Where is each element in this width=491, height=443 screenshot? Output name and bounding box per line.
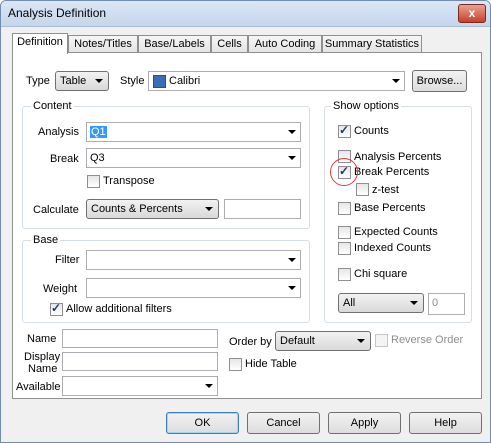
hide-table-checkbox[interactable] (229, 358, 242, 371)
browse-button[interactable]: Browse... (412, 70, 467, 92)
analysis-label: Analysis (38, 126, 79, 138)
reverse-order-label: Reverse Order (391, 334, 464, 346)
expected-counts-label: Expected Counts (354, 226, 438, 238)
chevron-down-icon (392, 79, 400, 83)
tab-cells[interactable]: Cells (211, 35, 248, 53)
type-select-value: Table (60, 75, 87, 87)
calculate-select-value: Counts & Percents (91, 203, 183, 215)
base-percents-label: Base Percents (354, 202, 426, 214)
tab-base-labels[interactable]: Base/Labels (138, 35, 211, 53)
highlight-circle (330, 158, 358, 186)
chevron-down-icon (288, 286, 296, 290)
hide-table-label: Hide Table (245, 358, 297, 370)
display-name-label-line1: Display (24, 351, 61, 363)
chevron-down-icon (205, 207, 213, 211)
base-group-title: Base (31, 234, 61, 246)
weight-select[interactable] (86, 278, 301, 298)
indexed-counts-label: Indexed Counts (354, 242, 432, 254)
available-select[interactable] (62, 376, 218, 396)
analysis-percents-label: Analysis Percents (354, 151, 442, 163)
type-select[interactable]: Table (55, 71, 109, 91)
content-group-title: Content (31, 100, 74, 112)
significance-select[interactable]: All (338, 293, 424, 313)
chevron-down-icon (288, 258, 296, 262)
style-label: Style (120, 75, 145, 87)
z-test-checkbox[interactable] (356, 183, 369, 196)
chevron-down-icon (357, 339, 365, 343)
allow-additional-filters-label: Allow additional filters (66, 303, 172, 315)
break-select-value: Q3 (90, 152, 105, 164)
significance-number-field[interactable]: 0 (428, 293, 465, 315)
chevron-down-icon (410, 301, 418, 305)
floppy-disk-icon (153, 75, 166, 88)
calculate-select[interactable]: Counts & Percents (86, 199, 219, 219)
tab-notes-titles[interactable]: Notes/Titles (68, 35, 138, 53)
analysis-select[interactable]: Q1 (86, 122, 301, 142)
ok-button[interactable]: OK (166, 412, 239, 434)
allow-additional-filters-checkbox[interactable] (50, 301, 63, 316)
expected-counts-checkbox[interactable] (338, 226, 351, 239)
display-name-field[interactable] (62, 352, 218, 371)
display-name-label-line2: Name (28, 363, 58, 375)
filter-select[interactable] (86, 250, 301, 270)
tab-definition[interactable]: Definition (12, 33, 68, 54)
chevron-down-icon (288, 156, 296, 160)
chevron-down-icon (288, 130, 296, 134)
cancel-button[interactable]: Cancel (247, 412, 320, 434)
chi-square-checkbox[interactable] (338, 268, 351, 281)
analysis-selected-text: Q1 (90, 126, 107, 138)
calculate-extra-field[interactable] (224, 199, 301, 219)
filter-label: Filter (55, 254, 80, 266)
window-title: Analysis Definition (8, 6, 107, 20)
show-options-title: Show options (331, 100, 402, 112)
close-button[interactable]: x (458, 4, 486, 23)
analysis-select-value: Q1 (90, 126, 107, 138)
analysis-definition-dialog: Analysis Definition x Definition Notes/T… (0, 0, 491, 443)
indexed-counts-checkbox[interactable] (338, 242, 351, 255)
apply-button[interactable]: Apply (328, 412, 401, 434)
name-label: Name (27, 333, 57, 345)
help-button[interactable]: Help (409, 412, 482, 434)
style-select[interactable]: Calibri (148, 71, 405, 91)
order-by-select[interactable]: Default (275, 331, 371, 351)
reverse-order-checkbox[interactable] (375, 334, 388, 347)
transpose-label: Transpose (103, 175, 155, 187)
chi-square-label: Chi square (354, 268, 408, 280)
order-by-label: Order by (229, 336, 272, 348)
base-percents-checkbox[interactable] (338, 202, 351, 215)
type-label: Type (26, 75, 50, 87)
available-label: Available (16, 381, 61, 393)
tab-summary-statistics[interactable]: Summary Statistics (322, 35, 422, 53)
weight-label: Weight (43, 283, 78, 295)
order-by-select-value: Default (280, 335, 315, 347)
transpose-checkbox[interactable] (87, 175, 100, 188)
counts-checkbox[interactable] (338, 123, 351, 138)
break-percents-label: Break Percents (354, 166, 430, 178)
name-field[interactable] (62, 329, 218, 348)
counts-label: Counts (354, 125, 389, 137)
definition-panel: Type Table Style Calibri Browse... Conte… (12, 52, 482, 399)
title-bar: Analysis Definition x (1, 1, 490, 27)
chevron-down-icon (205, 384, 213, 388)
calculate-label: Calculate (33, 204, 79, 216)
break-label: Break (50, 153, 79, 165)
break-select[interactable]: Q3 (86, 148, 301, 168)
tab-auto-coding[interactable]: Auto Coding (248, 35, 322, 53)
chevron-down-icon (95, 79, 103, 83)
z-test-label: z-test (372, 184, 399, 196)
style-select-value: Calibri (169, 75, 201, 87)
significance-select-value: All (343, 297, 356, 309)
